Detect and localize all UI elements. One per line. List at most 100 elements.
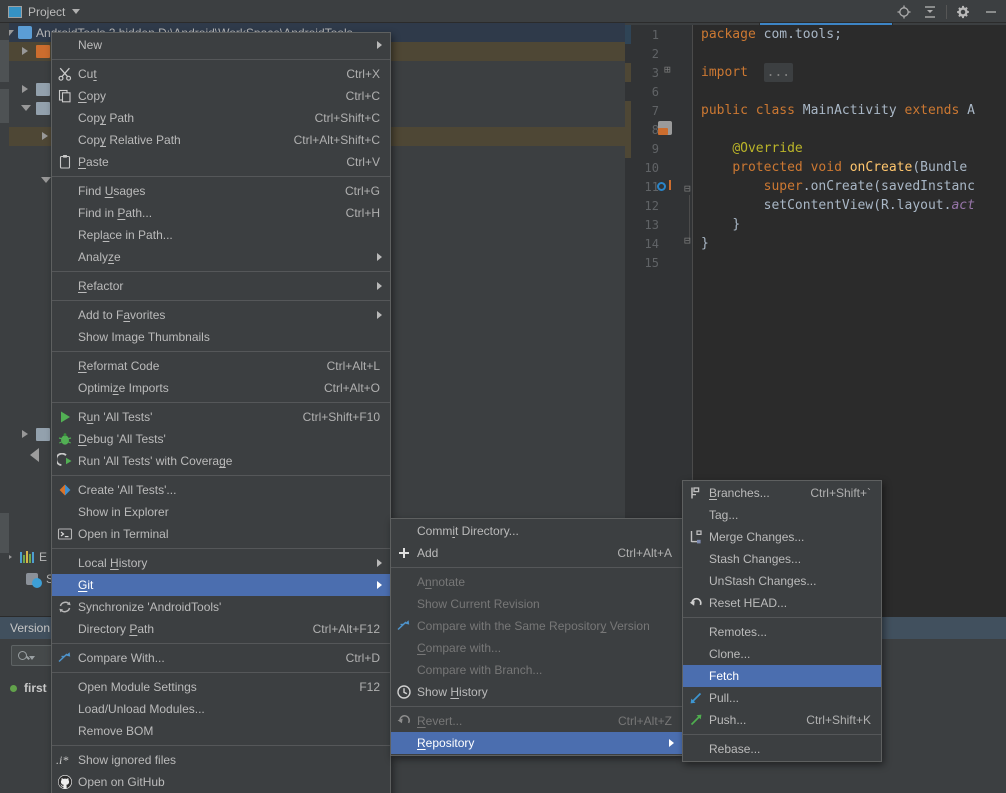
chevron-down-icon[interactable]	[72, 9, 81, 14]
menu-item-branches[interactable]: Branches... Ctrl+Shift+`	[683, 482, 881, 504]
code-line: }	[732, 217, 741, 232]
menu-item-show-history[interactable]: Show History	[391, 681, 682, 703]
menu-item-label: Add to Favorites	[78, 308, 166, 322]
menu-item-remotes[interactable]: Remotes...	[683, 621, 881, 643]
tool-tab-build-variants[interactable]	[0, 513, 9, 553]
menu-item-find-in-path[interactable]: Find in Path... Ctrl+H	[52, 202, 390, 224]
menu-separator	[52, 271, 390, 272]
fold-collapse-icon[interactable]: ⊟	[684, 234, 691, 247]
menu-item-commit-directory[interactable]: Commit Directory...	[391, 520, 682, 542]
menu-item-shortcut: Ctrl+Shift+F10	[302, 410, 380, 424]
xml-link-icon[interactable]	[658, 121, 672, 135]
menu-item-optimize-imports[interactable]: Optimize Imports Ctrl+Alt+O	[52, 377, 390, 399]
menu-item-create-all-tests[interactable]: Create 'All Tests'...	[52, 479, 390, 501]
menu-item-shortcut: Ctrl+Shift+K	[806, 713, 871, 727]
menu-item-copy[interactable]: Copy Ctrl+C	[52, 85, 390, 107]
menu-item-label: Open on GitHub	[78, 775, 165, 789]
line-number: 11	[644, 180, 659, 194]
menu-item-run-all-tests[interactable]: Run 'All Tests' Ctrl+Shift+F10	[52, 406, 390, 428]
menu-item-reset-head[interactable]: Reset HEAD...	[683, 592, 881, 614]
menu-item-pull[interactable]: Pull...	[683, 687, 881, 709]
project-context-menu[interactable]: New Cut Ctrl+X Copy Ctrl+C Copy Path Ctrl+Shif…	[51, 32, 391, 793]
menu-item-load-unload-modules[interactable]: Load/Unload Modules...	[52, 698, 390, 720]
menu-item-show-current-revision[interactable]: Show Current Revision	[391, 593, 682, 615]
menu-item-push[interactable]: Push... Ctrl+Shift+K	[683, 709, 881, 731]
menu-item-unstash-changes[interactable]: UnStash Changes...	[683, 570, 881, 592]
chevron-down-icon[interactable]	[21, 105, 31, 111]
menu-item-fetch[interactable]: Fetch	[683, 665, 881, 687]
menu-item-compare-with[interactable]: Compare with...	[391, 637, 682, 659]
menu-item-label: Optimize Imports	[78, 381, 169, 395]
menu-separator	[391, 706, 682, 707]
menu-item-compare-with-the-same-repository-version[interactable]: Compare with the Same Repository Version	[391, 615, 682, 637]
menu-item-revert[interactable]: Revert... Ctrl+Alt+Z	[391, 710, 682, 732]
chevron-right-icon	[377, 581, 382, 589]
menu-item-add[interactable]: Add Ctrl+Alt+A	[391, 542, 682, 564]
menu-item-find-usages[interactable]: Find Usages Ctrl+G	[52, 180, 390, 202]
chevron-down-icon[interactable]	[41, 177, 51, 183]
chevron-down-icon[interactable]	[29, 655, 35, 660]
menu-item-show-ignored-files[interactable]: .i* Show ignored files	[52, 749, 390, 771]
menu-item-reformat-code[interactable]: Reformat Code Ctrl+Alt+L	[52, 355, 390, 377]
menu-item-paste[interactable]: Paste Ctrl+V	[52, 151, 390, 173]
chevron-right-icon[interactable]	[22, 430, 28, 438]
menu-item-debug-all-tests[interactable]: Debug 'All Tests'	[52, 428, 390, 450]
menu-item-label: Local History	[78, 556, 148, 570]
merge-icon	[688, 529, 704, 545]
menu-item-replace-in-path[interactable]: Replace in Path...	[52, 224, 390, 246]
menu-item-add-to-favorites[interactable]: Add to Favorites	[52, 304, 390, 326]
chevron-right-icon	[377, 253, 382, 261]
menu-item-repository[interactable]: Repository	[391, 732, 682, 754]
code-line: setContentView(R.layout.act	[763, 198, 975, 213]
menu-item-open-module-settings[interactable]: Open Module Settings F12	[52, 676, 390, 698]
menu-item-clone[interactable]: Clone...	[683, 643, 881, 665]
menu-item-open-on-github[interactable]: Open on GitHub	[52, 771, 390, 793]
collapse-all-icon[interactable]	[917, 0, 943, 23]
settings-gear-icon[interactable]	[950, 0, 976, 23]
menu-item-shortcut: Ctrl+Alt+Z	[617, 714, 672, 728]
menu-item-git[interactable]: Git	[52, 574, 390, 596]
menu-item-synchronize-androidtools[interactable]: Synchronize 'AndroidTools'	[52, 596, 390, 618]
menu-item-refactor[interactable]: Refactor	[52, 275, 390, 297]
branch-status-dot-icon	[10, 684, 17, 692]
locate-icon[interactable]	[891, 0, 917, 23]
menu-item-label: Reset HEAD...	[709, 596, 788, 610]
tool-tab-structure[interactable]	[0, 40, 9, 82]
menu-item-rebase[interactable]: Rebase...	[683, 738, 881, 760]
fold-expand-icon[interactable]: ⊞	[664, 63, 671, 76]
menu-item-show-image-thumbnails[interactable]: Show Image Thumbnails	[52, 326, 390, 348]
menu-item-analyze[interactable]: Analyze	[52, 246, 390, 268]
menu-item-open-in-terminal[interactable]: Open in Terminal	[52, 523, 390, 545]
menu-item-new[interactable]: New	[52, 34, 390, 56]
chevron-right-icon[interactable]	[22, 47, 28, 55]
compare-icon	[57, 650, 73, 666]
menu-item-stash-changes[interactable]: Stash Changes...	[683, 548, 881, 570]
git-submenu[interactable]: Commit Directory... Add Ctrl+Alt+A Annotate…	[390, 518, 683, 756]
libraries-icon	[20, 550, 34, 563]
menu-item-annotate[interactable]: Annotate	[391, 571, 682, 593]
menu-item-local-history[interactable]: Local History	[52, 552, 390, 574]
tool-tab-favorites[interactable]	[0, 89, 9, 123]
project-view-selector[interactable]: Project	[0, 0, 81, 23]
menu-item-compare-with[interactable]: Compare With... Ctrl+D	[52, 647, 390, 669]
coverage-icon	[55, 452, 73, 469]
menu-item-merge-changes[interactable]: Merge Changes...	[683, 526, 881, 548]
menu-item-show-in-explorer[interactable]: Show in Explorer	[52, 501, 390, 523]
menu-item-cut[interactable]: Cut Ctrl+X	[52, 63, 390, 85]
menu-item-directory-path[interactable]: Directory Path Ctrl+Alt+F12	[52, 618, 390, 640]
chevron-right-icon[interactable]	[42, 132, 48, 140]
menu-item-shortcut: Ctrl+Alt+F12	[312, 622, 380, 636]
repository-submenu[interactable]: Branches... Ctrl+Shift+` Tag... Merge Chang…	[682, 480, 882, 762]
fold-collapse-icon[interactable]: ⊟	[684, 182, 691, 195]
minimize-icon[interactable]	[976, 0, 1006, 23]
menu-item-tag[interactable]: Tag...	[683, 504, 881, 526]
menu-item-copy-path[interactable]: Copy Path Ctrl+Shift+C	[52, 107, 390, 129]
menu-item-run-all-tests-with-coverage[interactable]: Run 'All Tests' with Coverage	[52, 450, 390, 472]
history-icon	[396, 684, 412, 700]
menu-item-label: Revert...	[417, 714, 463, 728]
menu-item-copy-relative-path[interactable]: Copy Relative Path Ctrl+Alt+Shift+C	[52, 129, 390, 151]
line-number: 3	[651, 66, 659, 80]
chevron-right-icon[interactable]	[22, 85, 28, 93]
menu-item-remove-bom[interactable]: Remove BOM	[52, 720, 390, 742]
menu-item-compare-with-branch[interactable]: Compare with Branch...	[391, 659, 682, 681]
